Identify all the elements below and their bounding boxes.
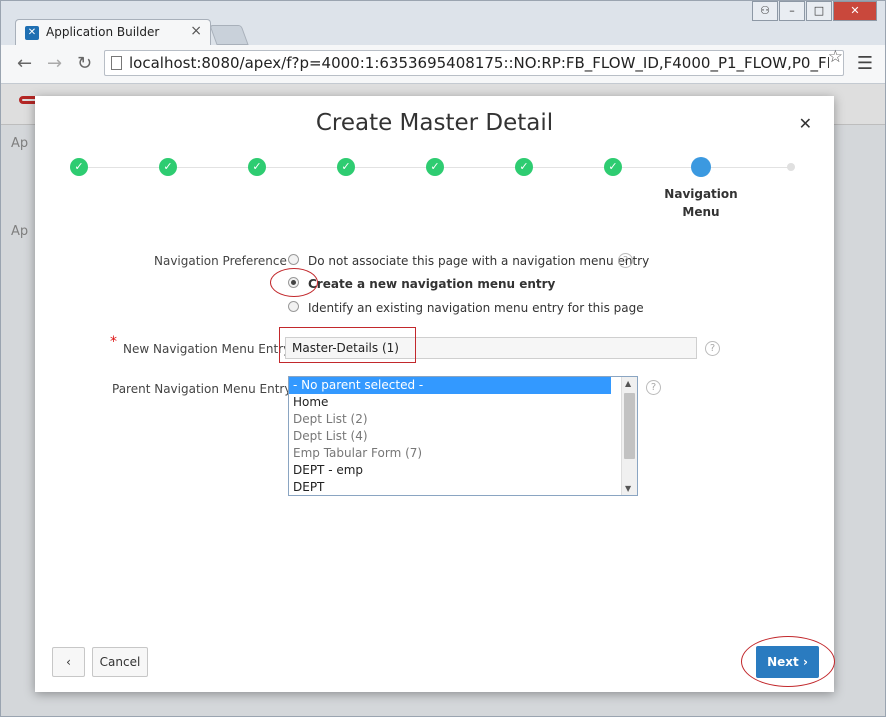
tab-close-icon[interactable]: × (190, 23, 202, 39)
radio-no-association[interactable] (288, 254, 299, 265)
create-master-detail-dialog: Create Master Detail ✕ ✓ ✓ ✓ ✓ ✓ ✓ ✓ Nav… (35, 96, 835, 692)
browser-toolbar: ← → ↻ localhost:8080/apex/f?p=4000:1:635… (1, 45, 885, 84)
close-window-button[interactable]: ✕ (833, 1, 877, 21)
title-bar: ✕ Application Builder × ⚇ – □ ✕ (1, 1, 885, 45)
list-option[interactable]: Dept List (2) (289, 411, 611, 428)
wizard-step-done-check-icon: ✓ (248, 158, 266, 176)
browser-tab[interactable]: ✕ Application Builder × (15, 19, 211, 45)
annotation-ellipse (270, 268, 318, 297)
scroll-down-arrow-icon[interactable]: ▼ (625, 484, 631, 493)
minimize-button[interactable]: – (779, 1, 805, 21)
apex-favicon-icon: ✕ (25, 26, 39, 40)
required-asterisk: * (110, 334, 117, 350)
user-icon[interactable]: ⚇ (752, 1, 778, 21)
radio-create-new-entry-label[interactable]: Create a new navigation menu entry (308, 277, 555, 291)
radio-existing-entry-label[interactable]: Identify an existing navigation menu ent… (308, 301, 644, 315)
window-controls: ⚇ – □ ✕ (751, 1, 877, 21)
radio-no-association-label[interactable]: Do not associate this page with a naviga… (308, 254, 649, 268)
parent-navigation-menu-listbox[interactable]: - No parent selected - Home Dept List (2… (288, 376, 638, 496)
list-option[interactable]: Home (289, 394, 611, 411)
list-option[interactable]: - No parent selected - (289, 377, 611, 394)
page-icon (111, 56, 122, 70)
scroll-up-arrow-icon[interactable]: ▲ (625, 379, 631, 388)
previous-button[interactable]: ‹ (52, 647, 85, 677)
annotation-rectangle (279, 327, 416, 363)
bookmark-star-icon[interactable]: ☆ (828, 47, 843, 67)
list-option[interactable]: DEPT (289, 479, 611, 495)
address-bar[interactable]: localhost:8080/apex/f?p=4000:1:635369540… (104, 50, 844, 76)
browser-menu-icon[interactable]: ☰ (857, 53, 873, 74)
scroll-thumb[interactable] (624, 393, 635, 459)
wizard-step-done-check-icon: ✓ (70, 158, 88, 176)
tab-title: Application Builder (46, 25, 160, 39)
listbox-scrollbar[interactable]: ▲ ▼ (621, 377, 637, 495)
list-option[interactable]: Dept List (4) (289, 428, 611, 445)
new-tab-button[interactable] (209, 25, 249, 45)
dialog-title: Create Master Detail (315, 110, 554, 136)
navigation-preference-label: Navigation Preference (154, 254, 287, 268)
dialog-close-icon[interactable]: ✕ (799, 114, 812, 133)
cancel-button[interactable]: Cancel (92, 647, 148, 677)
annotation-ellipse (741, 636, 835, 687)
wizard-step-done-check-icon: ✓ (604, 158, 622, 176)
help-icon[interactable]: ? (618, 253, 633, 268)
new-navigation-menu-entry-label: New Navigation Menu Entry (123, 342, 291, 356)
current-step-label: Navigation Menu (664, 187, 738, 219)
help-icon[interactable]: ? (705, 341, 720, 356)
list-option[interactable]: Emp Tabular Form (7) (289, 445, 611, 462)
chevron-left-icon: ‹ (66, 655, 71, 669)
wizard-step-done-check-icon: ✓ (426, 158, 444, 176)
wizard-step-future (787, 163, 795, 171)
url-text[interactable]: localhost:8080/apex/f?p=4000:1:635369540… (129, 54, 829, 72)
help-icon[interactable]: ? (646, 380, 661, 395)
wizard-step-done-check-icon: ✓ (515, 158, 533, 176)
reload-icon[interactable]: ↻ (77, 53, 92, 74)
wizard-step-done-check-icon: ✓ (159, 158, 177, 176)
wizard-step-done-check-icon: ✓ (337, 158, 355, 176)
back-arrow-icon[interactable]: ← (17, 53, 32, 74)
radio-existing-entry[interactable] (288, 301, 299, 312)
parent-navigation-menu-entry-label: Parent Navigation Menu Entry (112, 382, 292, 396)
maximize-button[interactable]: □ (806, 1, 832, 21)
forward-arrow-icon[interactable]: → (47, 53, 62, 74)
list-option[interactable]: DEPT - emp (289, 462, 611, 479)
wizard-step-current (691, 157, 711, 177)
